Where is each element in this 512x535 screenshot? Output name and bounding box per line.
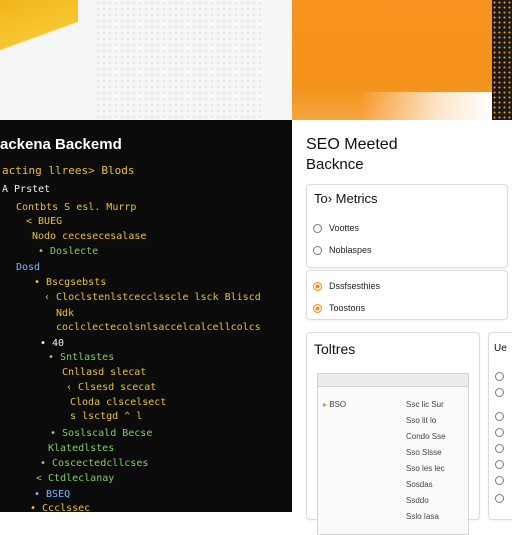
side-option[interactable] (495, 385, 511, 399)
code-line: Nodo cecesecesalase (32, 231, 147, 242)
side-option[interactable] (495, 369, 511, 383)
radio-selected-icon[interactable] (313, 303, 322, 313)
code-panel-subtitle: acting llrees> Blods (2, 164, 135, 177)
metrics-option[interactable]: Noblaspes (313, 243, 372, 257)
code-line: Contbts S esl. Murrp (16, 202, 137, 213)
options-item-label: Toostons (329, 303, 366, 313)
banner-dark-strip (492, 0, 512, 120)
options-item[interactable]: Dssfsesthies (313, 279, 380, 293)
table-cell: Sosdas (406, 480, 433, 489)
banner-orange-fade (360, 92, 492, 120)
seo-dashboard-panel: SEO Meeted Backnce To› Metrics Voottes N… (292, 120, 512, 535)
radio-icon[interactable] (495, 387, 504, 397)
tools-card: Toltres ▸ BSO Ssc lic Sur Sso lit lo Con… (306, 332, 480, 535)
code-line: • Sntlastes (48, 352, 115, 363)
side-option[interactable] (495, 409, 511, 423)
tools-card-title: Toltres (314, 341, 356, 357)
code-editor-panel: ackena Backemd acting llrees> Blods A Pr… (0, 120, 292, 512)
page-subtitle: Backnce (306, 156, 364, 173)
radio-icon[interactable] (313, 223, 322, 233)
code-line: • Ccclssec (30, 503, 91, 512)
code-line: • Coscectedcllcses (40, 458, 149, 469)
table-cell: Sso lit lo (406, 416, 437, 425)
code-line: • 40 (40, 338, 65, 349)
metrics-card-title: To› Metrics (314, 191, 378, 206)
radio-icon[interactable] (495, 475, 504, 485)
code-line: s lsctgd ^ l (70, 411, 143, 422)
options-card: Dssfsesthies Toostons (306, 270, 508, 320)
radio-icon[interactable] (495, 459, 504, 469)
side-option[interactable] (495, 473, 511, 487)
radio-icon[interactable] (495, 411, 504, 421)
code-line: Cnllasd slecat (62, 367, 147, 378)
code-line: • BSEQ (34, 489, 71, 500)
radio-icon[interactable] (495, 371, 504, 381)
tools-table-header (318, 374, 468, 387)
tools-table: ▸ BSO Ssc lic Sur Sso lit lo Condo Sse S… (317, 373, 469, 535)
radio-icon[interactable] (495, 443, 504, 453)
caret-right-icon: ▸ (323, 400, 328, 409)
code-line: A Prstet (2, 184, 51, 195)
radio-selected-icon[interactable] (313, 281, 322, 291)
side-option[interactable] (495, 491, 511, 505)
table-row[interactable]: ▸ BSO (323, 400, 346, 409)
code-line: • Bscgsebsts (34, 277, 107, 288)
table-cell: Ssddo (406, 496, 429, 505)
side-card-title: Ue (494, 343, 507, 354)
table-cell: Ssc lic Sur (406, 400, 444, 409)
code-line: < BUEG (26, 216, 63, 227)
side-option[interactable] (495, 441, 511, 455)
radio-icon[interactable] (495, 427, 504, 437)
code-panel-title: ackena Backemd (0, 136, 122, 153)
code-line: Ndk (56, 308, 75, 319)
radio-icon[interactable] (313, 245, 322, 255)
side-option[interactable] (495, 457, 511, 471)
table-cell: Sslo Iasa (406, 512, 439, 521)
metrics-card: To› Metrics Voottes Noblaspes (306, 184, 508, 268)
table-cell: BSO (329, 400, 347, 409)
code-line: Klatedlstes (48, 443, 115, 454)
options-item[interactable]: Toostons (313, 301, 365, 315)
radio-icon[interactable] (495, 493, 504, 503)
table-cell: Sso Slsse (406, 448, 442, 457)
side-card: Ue (488, 332, 512, 520)
page-title: SEO Meeted (306, 136, 398, 153)
code-line: ‹ Cloclstenlstcecclsscle lsck Bliscd (44, 292, 261, 303)
metrics-option-label: Noblaspes (329, 245, 372, 255)
code-line: • Soslscald Becse (50, 428, 153, 439)
code-line: • Doslecte (38, 246, 99, 257)
code-line: Dosd (16, 262, 41, 273)
metrics-option-label: Voottes (329, 223, 360, 233)
table-cell: Condo Sse (406, 432, 446, 441)
options-item-label: Dssfsesthies (329, 281, 381, 291)
code-line: < Ctdleclanay (36, 473, 115, 484)
code-line: coclclectecolsnlsaccelcalcellcolcs (56, 322, 261, 333)
header-banner (0, 0, 512, 120)
table-cell: Sso les lec (406, 464, 445, 473)
banner-dot-pattern (95, 0, 265, 120)
banner-yellow-brush (0, 0, 78, 62)
code-line: ‹ Clsesd scecat (66, 382, 157, 393)
code-line: Cloda clscelsect (70, 397, 167, 408)
side-option[interactable] (495, 425, 511, 439)
metrics-option[interactable]: Voottes (313, 221, 359, 235)
